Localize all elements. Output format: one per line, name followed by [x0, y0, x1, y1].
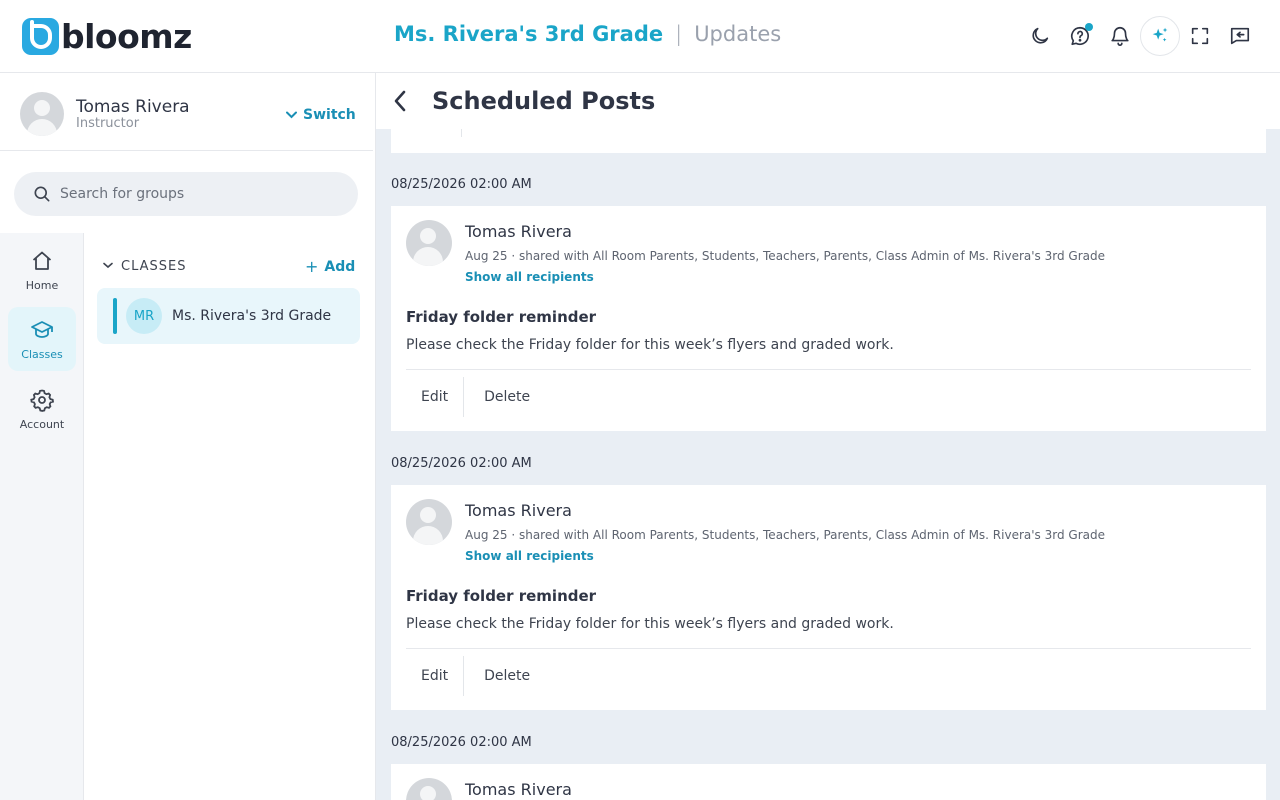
- back-button[interactable]: [388, 86, 412, 116]
- user-role: Instructor: [76, 116, 140, 131]
- main-header: Scheduled Posts: [376, 73, 1280, 129]
- class-item[interactable]: MR Ms. Rivera's 3rd Grade: [97, 288, 360, 344]
- switch-button[interactable]: Switch: [286, 107, 356, 123]
- moon-icon: [1032, 27, 1049, 44]
- post-divider: [406, 648, 1251, 649]
- heading-separator: |: [675, 22, 683, 46]
- post-card: Tomas Rivera: [391, 764, 1266, 800]
- rail-label-account: Account: [19, 417, 65, 431]
- post-actions: Edit Delete: [406, 377, 545, 417]
- chevron-down-icon: [286, 108, 297, 122]
- author-avatar: [406, 499, 452, 545]
- user-avatar: [20, 92, 64, 136]
- help-button[interactable]: [1060, 16, 1100, 56]
- home-icon: [32, 251, 52, 270]
- bell-icon: [1111, 27, 1129, 46]
- post-date: 08/25/2026 02:00 AM: [391, 177, 532, 192]
- active-indicator: [113, 298, 117, 334]
- page-heading: Ms. Rivera's 3rd Grade | Updates: [394, 22, 781, 46]
- fullscreen-button[interactable]: [1180, 16, 1220, 56]
- post-title: Friday folder reminder: [406, 308, 597, 326]
- post-date: 08/25/2026 02:00 AM: [391, 735, 532, 750]
- expand-icon: [1191, 27, 1209, 45]
- post-title: Friday folder reminder: [406, 587, 597, 605]
- nav-rail: Home Classes Account: [0, 233, 84, 800]
- logo-text: bloomz: [61, 17, 192, 56]
- gear-icon: [30, 389, 54, 412]
- edit-button[interactable]: Edit: [406, 656, 465, 696]
- action-divider: [461, 129, 462, 137]
- author-avatar: [406, 220, 452, 266]
- notification-dot: [1085, 23, 1093, 31]
- section-name: Updates: [694, 22, 782, 46]
- collapse-panel-button[interactable]: [1220, 16, 1260, 56]
- search-box[interactable]: [14, 172, 358, 216]
- search-icon: [34, 186, 50, 202]
- main-content: Scheduled Posts 08/25/2026 02:00 AM Toma…: [375, 73, 1280, 800]
- class-name: Ms. Rivera's 3rd Grade: [172, 308, 332, 324]
- post-divider: [406, 369, 1251, 370]
- user-panel: Tomas Rivera Instructor Switch: [0, 74, 373, 151]
- post-body: Please check the Friday folder for this …: [406, 337, 894, 353]
- post-date: 08/25/2026 02:00 AM: [391, 456, 532, 471]
- add-class-button[interactable]: + Add: [305, 257, 355, 276]
- post-author: Tomas Rivera: [465, 501, 572, 520]
- post-card-partial: [391, 129, 1266, 153]
- message-back-icon: [1230, 27, 1250, 45]
- page-title: Scheduled Posts: [432, 87, 656, 115]
- post-author: Tomas Rivera: [465, 222, 572, 241]
- notifications-button[interactable]: [1100, 16, 1140, 56]
- show-recipients-link[interactable]: Show all recipients: [465, 549, 594, 563]
- top-toolbar: [1020, 16, 1260, 56]
- post-card: Tomas Rivera Aug 25 · shared with All Ro…: [391, 206, 1266, 431]
- classes-section-toggle[interactable]: CLASSES: [103, 259, 186, 274]
- plus-icon: +: [305, 257, 319, 276]
- chevron-down-icon: [103, 261, 113, 272]
- chevron-left-icon: [394, 90, 406, 112]
- rail-item-home[interactable]: Home: [8, 238, 76, 302]
- post-author: Tomas Rivera: [465, 780, 572, 799]
- switch-label: Switch: [303, 107, 356, 123]
- delete-button[interactable]: Delete: [464, 377, 545, 417]
- classes-header-label: CLASSES: [121, 259, 187, 274]
- sparkle-icon: [1152, 27, 1168, 42]
- post-actions: Edit Delete: [406, 656, 545, 696]
- bloomz-logo[interactable]: bloomz: [22, 17, 192, 56]
- post-meta: Aug 25 · shared with All Room Parents, S…: [465, 528, 1105, 542]
- author-avatar: [406, 778, 452, 800]
- show-recipients-link[interactable]: Show all recipients: [465, 270, 594, 284]
- search-area: [0, 151, 373, 233]
- edit-button[interactable]: Edit: [406, 377, 465, 417]
- rail-item-classes[interactable]: Classes: [8, 307, 76, 371]
- class-panel: CLASSES + Add MR Ms. Rivera's 3rd Grade: [85, 233, 373, 800]
- class-initials-avatar: MR: [126, 298, 162, 334]
- logo-badge-icon: [22, 18, 59, 55]
- rail-label-classes: Classes: [21, 347, 63, 361]
- post-meta: Aug 25 · shared with All Room Parents, S…: [465, 249, 1105, 263]
- add-class-label: Add: [324, 258, 356, 275]
- post-body: Please check the Friday folder for this …: [406, 616, 894, 632]
- group-name[interactable]: Ms. Rivera's 3rd Grade: [394, 22, 663, 46]
- dark-mode-button[interactable]: [1020, 16, 1060, 56]
- ai-assistant-button[interactable]: [1140, 16, 1180, 56]
- user-name: Tomas Rivera: [76, 97, 190, 117]
- post-card: Tomas Rivera Aug 25 · shared with All Ro…: [391, 485, 1266, 710]
- rail-item-account[interactable]: Account: [8, 377, 76, 441]
- delete-button[interactable]: Delete: [464, 656, 545, 696]
- search-input[interactable]: [60, 186, 320, 202]
- top-bar: bloomz Ms. Rivera's 3rd Grade | Updates: [0, 0, 1280, 73]
- rail-label-home: Home: [25, 278, 59, 292]
- graduation-cap-icon: [31, 320, 53, 338]
